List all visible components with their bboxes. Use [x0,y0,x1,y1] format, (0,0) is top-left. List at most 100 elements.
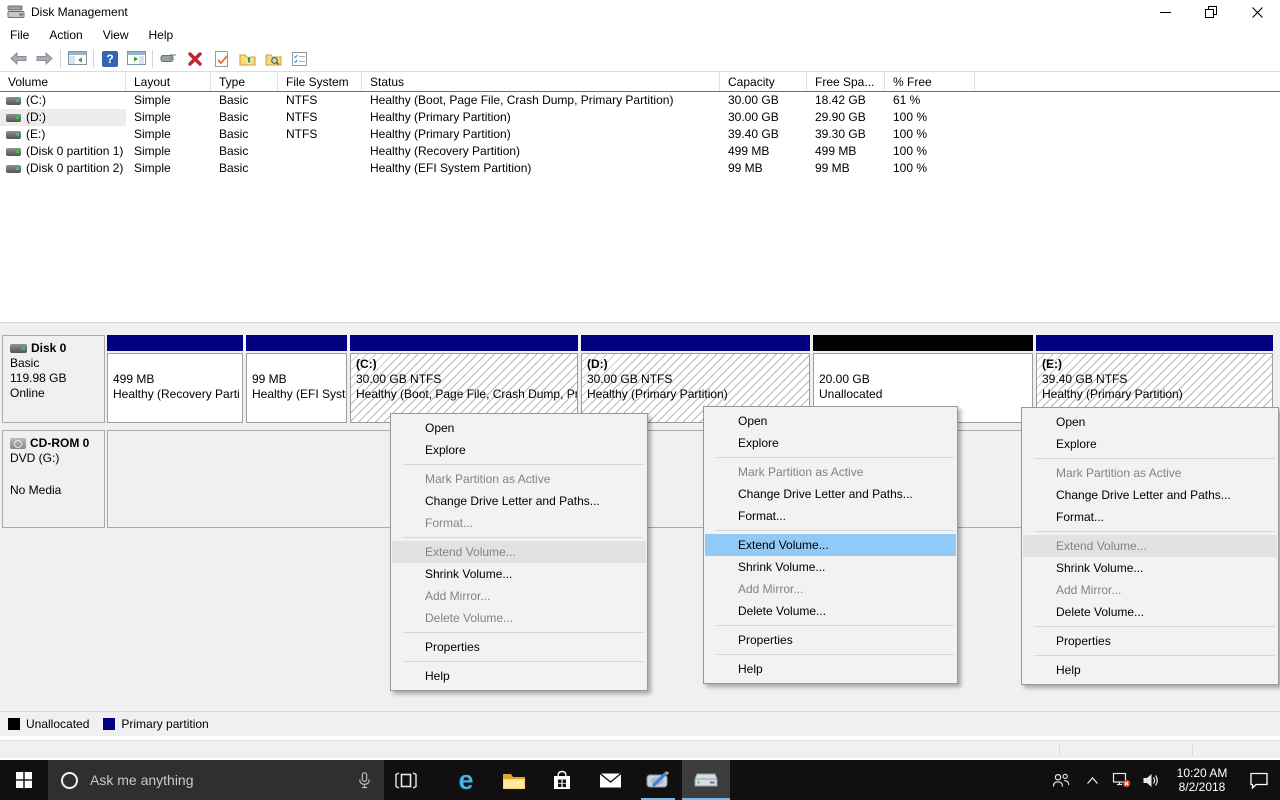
menu-item-open[interactable]: Open [392,417,646,439]
menu-item-shrink-volume[interactable]: Shrink Volume... [1023,557,1277,579]
menu-item-add-mirror[interactable]: Add Mirror... [705,578,956,600]
toolbar: ? [0,46,1280,72]
menu-item-properties[interactable]: Properties [1023,630,1277,652]
menu-item-mark-active[interactable]: Mark Partition as Active [392,468,646,490]
volume-name: (C:) [26,92,46,109]
menu-item-format[interactable]: Format... [705,505,956,527]
back-arrow-icon[interactable] [5,48,31,70]
menu-item-add-mirror[interactable]: Add Mirror... [1023,579,1277,601]
table-row[interactable]: (D:) Simple Basic NTFS Healthy (Primary … [0,109,1280,126]
pane-splitter[interactable] [0,322,1280,330]
column-header-pctfree[interactable]: % Free [885,72,975,91]
menu-item-change-letter[interactable]: Change Drive Letter and Paths... [392,490,646,512]
taskbar-edge-icon[interactable]: e [442,760,490,800]
disk0-label[interactable]: Disk 0 Basic 119.98 GB Online [2,335,105,423]
folder-up-icon[interactable] [234,48,260,70]
view-options-icon[interactable] [286,48,312,70]
menu-item-help[interactable]: Help [705,658,956,680]
column-header-layout[interactable]: Layout [126,72,211,91]
menu-action[interactable]: Action [39,25,92,45]
menu-separator [1034,458,1275,459]
delete-volume-icon[interactable] [182,48,208,70]
taskbar-disk-management-icon[interactable] [682,760,730,800]
legend-item-primary: Primary partition [103,717,208,731]
menu-item-open[interactable]: Open [1023,411,1277,433]
menu-help[interactable]: Help [139,25,184,45]
menu-item-format[interactable]: Format... [1023,506,1277,528]
menu-file[interactable]: File [0,25,39,45]
cortana-search-box[interactable]: Ask me anything [48,760,384,800]
windows-logo-icon [16,772,32,788]
show-hidden-icons-button[interactable] [1078,760,1106,800]
microphone-icon[interactable] [358,772,371,789]
start-button[interactable] [0,760,48,800]
menu-item-shrink-volume[interactable]: Shrink Volume... [705,556,956,578]
table-row[interactable]: (C:) Simple Basic NTFS Healthy (Boot, Pa… [0,92,1280,109]
taskbar-partition-tool-icon[interactable] [634,760,682,800]
menu-item-delete-volume[interactable]: Delete Volume... [705,600,956,622]
menu-item-delete-volume[interactable]: Delete Volume... [1023,601,1277,623]
taskbar-mail-icon[interactable] [586,760,634,800]
context-menu-e: Open Explore Mark Partition as Active Ch… [1021,407,1279,685]
column-header-status[interactable]: Status [362,72,720,91]
table-row[interactable]: (E:) Simple Basic NTFS Healthy (Primary … [0,126,1280,143]
menu-item-mark-active[interactable]: Mark Partition as Active [1023,462,1277,484]
volume-button[interactable] [1136,760,1166,800]
network-disconnected-icon [1112,772,1131,788]
search-input[interactable]: Ask me anything [90,772,358,788]
menu-item-mark-active[interactable]: Mark Partition as Active [705,461,956,483]
table-row[interactable]: (Disk 0 partition 1) Simple Basic Health… [0,143,1280,160]
column-header-type[interactable]: Type [211,72,278,91]
menu-item-explore[interactable]: Explore [1023,433,1277,455]
cdrom-label[interactable]: CD-ROM 0 DVD (G:) No Media [2,430,105,528]
partition-efi[interactable]: 99 MB Healthy (EFI Syst [246,335,347,423]
menu-item-delete-volume[interactable]: Delete Volume... [392,607,646,629]
network-button[interactable] [1106,760,1136,800]
partition-c[interactable]: (C:) 30.00 GB NTFS Healthy (Boot, Page F… [350,335,578,423]
menu-item-add-mirror[interactable]: Add Mirror... [392,585,646,607]
forward-arrow-icon[interactable] [31,48,57,70]
people-button[interactable] [1044,760,1078,800]
menu-item-explore[interactable]: Explore [392,439,646,461]
column-header-capacity[interactable]: Capacity [720,72,807,91]
task-view-button[interactable] [384,760,428,800]
menu-view[interactable]: View [93,25,139,45]
column-header-freespace[interactable]: Free Spa... [807,72,885,91]
menu-item-properties[interactable]: Properties [705,629,956,651]
menu-separator [716,654,954,655]
menu-item-explore[interactable]: Explore [705,432,956,454]
taskbar: Ask me anything e [0,760,1280,800]
menu-item-extend-volume[interactable]: Extend Volume... [392,541,646,563]
help-icon[interactable]: ? [97,48,123,70]
volume-icon [6,97,21,105]
taskbar-file-explorer-icon[interactable] [490,760,538,800]
clock[interactable]: 10:20 AM 8/2/2018 [1166,760,1238,800]
check-document-icon[interactable] [208,48,234,70]
folder-search-icon[interactable] [260,48,286,70]
console-tree-icon[interactable] [64,48,90,70]
menu-item-change-letter[interactable]: Change Drive Letter and Paths... [1023,484,1277,506]
restore-button[interactable] [1188,0,1234,24]
menu-separator [1034,626,1275,627]
menu-item-format[interactable]: Format... [392,512,646,534]
column-header-filesystem[interactable]: File System [278,72,362,91]
menu-item-extend-volume[interactable]: Extend Volume... [1023,535,1277,557]
action-center-button[interactable] [1238,760,1280,800]
menu-separator [403,464,644,465]
show-hide-console-icon[interactable] [123,48,149,70]
properties-device-icon[interactable] [156,48,182,70]
menu-item-help[interactable]: Help [392,665,646,687]
menu-item-open[interactable]: Open [705,410,956,432]
menu-item-change-letter[interactable]: Change Drive Letter and Paths... [705,483,956,505]
menu-item-help[interactable]: Help [1023,659,1277,681]
taskbar-store-icon[interactable] [538,760,586,800]
menu-item-extend-volume[interactable]: Extend Volume... [705,534,956,556]
close-button[interactable] [1234,0,1280,24]
partition-recovery[interactable]: 499 MB Healthy (Recovery Parti [107,335,243,423]
menu-item-shrink-volume[interactable]: Shrink Volume... [392,563,646,585]
column-header-volume[interactable]: Volume [0,72,126,91]
toolbar-separator [93,50,94,68]
minimize-button[interactable] [1142,0,1188,24]
table-row[interactable]: (Disk 0 partition 2) Simple Basic Health… [0,160,1280,177]
menu-item-properties[interactable]: Properties [392,636,646,658]
